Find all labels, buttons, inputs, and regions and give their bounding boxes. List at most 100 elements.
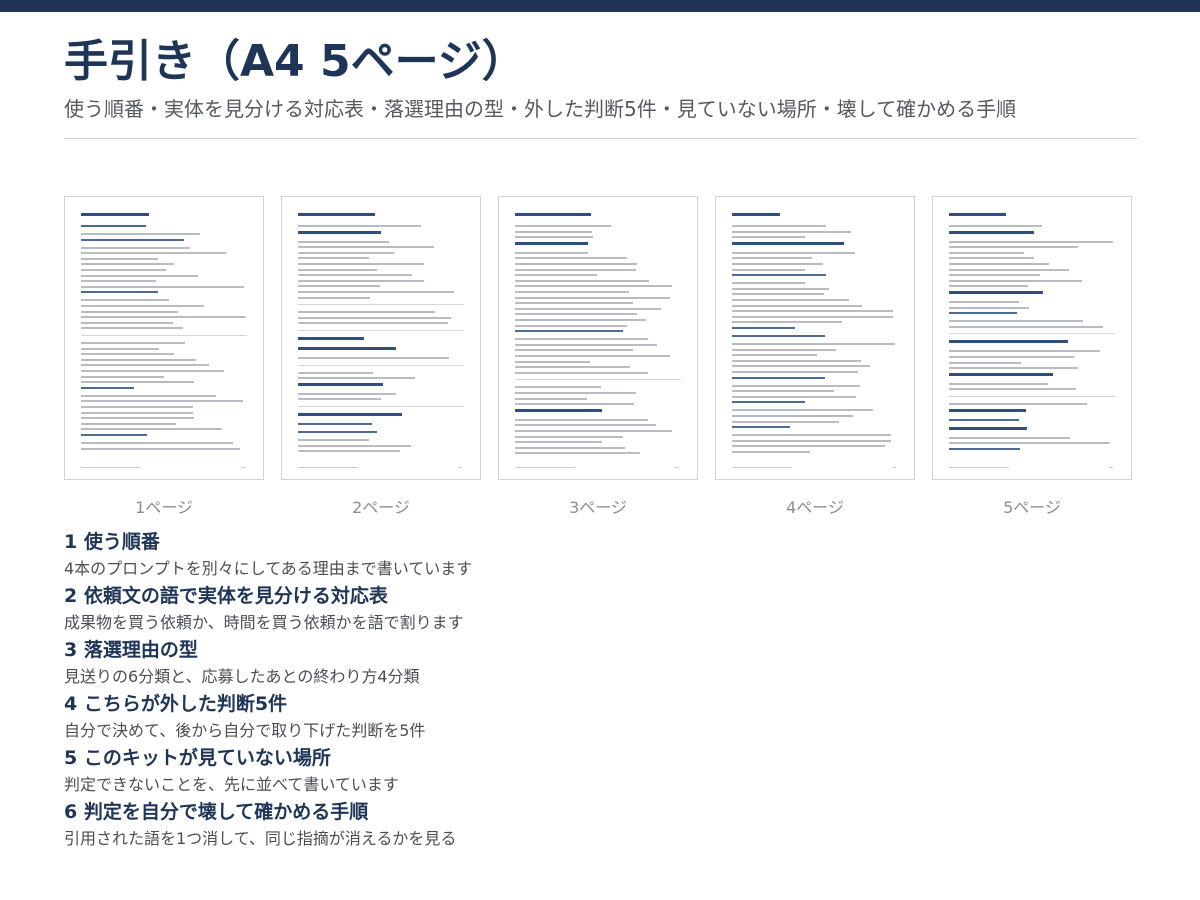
page-preview-text-line (949, 306, 1029, 309)
page-preview-text-line (515, 430, 673, 432)
page-preview-divider (298, 304, 464, 306)
page-preview-text-line (732, 282, 805, 285)
page-preview-text-line (81, 321, 174, 324)
page-preview-text-line (298, 311, 435, 314)
page-label: 4ページ (786, 498, 844, 517)
page-preview-text-line (515, 371, 649, 374)
page-preview-subheading-line (81, 291, 158, 294)
page-preview-text-line (515, 435, 623, 438)
page-preview-text-line (732, 420, 839, 423)
page-preview-text-line (732, 304, 863, 307)
page-preview-heading-line (732, 241, 844, 245)
page-thumbnail-4[interactable]: 4ページ (715, 196, 915, 518)
page-preview-heading-line (949, 291, 1044, 294)
page-preview-text-line (949, 403, 1087, 405)
page-preview-text-line (732, 434, 891, 437)
page-preview-subheading-line (732, 335, 826, 337)
page-preview-text-line (81, 233, 200, 235)
page-preview-divider (298, 330, 464, 331)
page-preview-text-line (732, 439, 891, 442)
page-preview-heading-line (298, 337, 364, 340)
page-preview-text-line (732, 225, 827, 227)
page-preview-text-line (81, 370, 224, 372)
page-preview-page-number (458, 467, 462, 468)
page-preview-text-line (298, 392, 397, 395)
contents-heading: 4 こちらが外した判断5件 (64, 693, 288, 715)
page-preview-text-line (515, 392, 636, 394)
page-preview-text-line (732, 384, 861, 387)
page-preview (64, 196, 264, 480)
page-preview-footer-line (732, 467, 792, 468)
contents-item: 2 依頼文の語で実体を見分ける対応表 成果物を買う依頼か、時間を買う依頼かを語で… (64, 582, 1137, 636)
page-preview-subheading-line (949, 418, 1019, 421)
page-thumbnail-5[interactable]: 5ページ (932, 196, 1132, 518)
page-preview-text-line (81, 252, 226, 255)
page-preview-text-line (81, 447, 240, 450)
page-preview-text-line (298, 357, 449, 359)
page-preview-text-line (732, 343, 895, 345)
page-preview-subheading-line (81, 434, 148, 436)
page-preview-text-line (81, 263, 174, 266)
page-preview-subheading-line (81, 225, 146, 227)
page-preview-heading-line (949, 230, 1034, 234)
page-preview-page-number (675, 467, 679, 468)
page-preview-text-line (732, 365, 870, 368)
page-preview-text-line (515, 296, 671, 299)
page-thumbnail-3[interactable]: 3ページ (498, 196, 698, 518)
page-preview-text-line (515, 452, 640, 455)
contents-item: 1 使う順番 4本のプロンプトを別々にしてある理由まで書いています (64, 528, 1137, 582)
page-preview-heading-line (732, 213, 781, 216)
contents-description: 自分で決めて、後から自分で取り下げた判断を5件 (64, 721, 426, 740)
page-preview-text-line (515, 441, 603, 444)
page-preview-text-line (949, 325, 1103, 328)
page-preview-heading-line (949, 340, 1068, 344)
page-preview-text-line (732, 268, 806, 271)
page-preview-text-line (949, 225, 1043, 227)
page-preview-subheading-line (732, 274, 826, 277)
contents-heading: 5 このキットが見ていない場所 (64, 747, 331, 769)
page-preview-text-line (515, 360, 590, 363)
page-preview-text-line (515, 366, 630, 369)
page-preview-text-line (81, 417, 195, 420)
page-preview-text-line (949, 263, 1049, 265)
page-preview-text-line (732, 263, 824, 265)
page-preview-text-line (732, 451, 811, 453)
page-preview-heading-line (81, 213, 150, 216)
page-preview-text-line (949, 285, 1028, 288)
page-preview-text-line (949, 246, 1078, 249)
page-preview-text-line (515, 263, 637, 265)
page-label: 2ページ (352, 498, 410, 517)
page-preview-page-number (1109, 467, 1113, 468)
page-preview-text-line (81, 381, 195, 384)
page-preview-text-line (81, 299, 170, 302)
contents-heading: 6 判定を自分で壊して確かめる手順 (64, 801, 369, 823)
page-preview-text-line (298, 439, 369, 441)
page-preview-text-line (515, 302, 633, 305)
page-preview-divider (298, 364, 464, 366)
page-preview-text-line (515, 343, 658, 346)
page-preview-text-line (81, 342, 185, 344)
page-preview-text-line (81, 285, 245, 288)
page-preview-text-line (298, 371, 373, 374)
page-preview-text-line (949, 251, 1025, 254)
page-preview-text-line (298, 240, 389, 243)
page-preview-text-line (81, 442, 234, 444)
page-preview-text-line (81, 394, 217, 397)
page-preview-text-line (515, 349, 634, 352)
page-preview-text-line (298, 291, 455, 293)
page-preview-text-line (298, 274, 412, 277)
page-preview-subheading-line (949, 312, 1018, 315)
top-accent-bar (0, 0, 1200, 12)
page-preview-text-line (515, 319, 646, 321)
page-thumbnail-2[interactable]: 2ページ (281, 196, 481, 518)
page-preview-text-line (732, 251, 856, 254)
page-preview-text-line (732, 299, 850, 301)
page-preview-text-line (298, 450, 401, 453)
page-preview-text-line (515, 291, 629, 293)
page-preview-text-line (515, 397, 588, 400)
page-subtitle: 使う順番・実体を見分ける対応表・落選理由の型・外した判断5件・見ていない場所・壊… (64, 97, 1017, 121)
page-preview-text-line (81, 411, 194, 414)
page-preview (281, 196, 481, 480)
page-preview (932, 196, 1132, 480)
page-thumbnail-1[interactable]: 1ページ (64, 196, 264, 518)
